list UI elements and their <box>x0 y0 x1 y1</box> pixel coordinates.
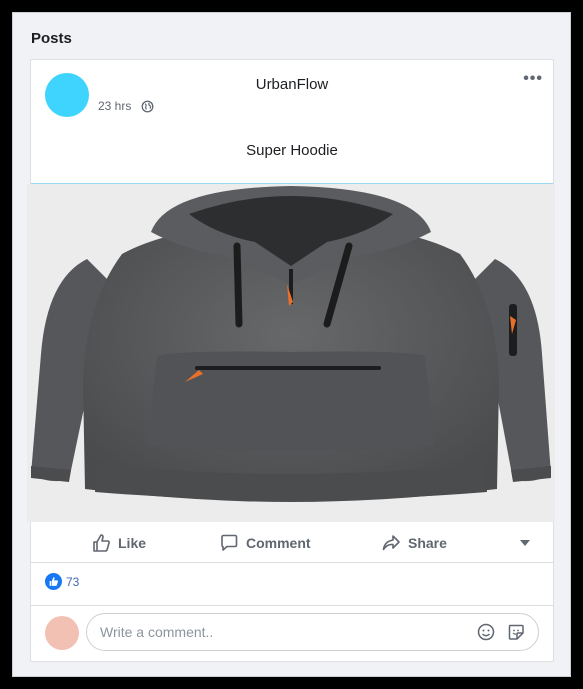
share-button[interactable]: Share <box>381 523 447 563</box>
post-header: UrbanFlow 23 hrs ••• Super Hoodie <box>31 60 553 184</box>
comment-button[interactable]: Comment <box>219 523 311 563</box>
sticker-icon[interactable] <box>506 622 526 642</box>
posts-panel: Posts UrbanFlow 23 hrs ••• Super Hoodie <box>12 12 571 677</box>
comment-box <box>86 613 539 651</box>
thumbs-up-icon <box>93 534 110 552</box>
comment-composer <box>31 605 553 663</box>
comment-label: Comment <box>246 535 311 551</box>
post-actions: Like Comment Share <box>31 523 553 563</box>
like-button[interactable]: Like <box>91 523 146 563</box>
share-icon <box>382 535 400 551</box>
post-card: UrbanFlow 23 hrs ••• Super Hoodie Like C… <box>27 59 555 663</box>
comment-icon <box>221 534 238 551</box>
post-time[interactable]: 23 hrs <box>98 99 131 113</box>
author-name[interactable]: UrbanFlow <box>31 76 553 93</box>
reaction-summary[interactable]: 73 <box>45 573 79 590</box>
post-text: Super Hoodie <box>246 142 338 159</box>
like-reaction-icon <box>45 573 62 590</box>
post-meta: 23 hrs <box>98 99 154 113</box>
hoodie-image <box>31 186 551 502</box>
chevron-down-icon[interactable] <box>519 538 531 548</box>
viewer-avatar <box>45 616 79 650</box>
globe-icon <box>141 100 154 112</box>
section-title: Posts <box>31 30 72 47</box>
post-image[interactable] <box>27 184 555 522</box>
comment-input[interactable] <box>100 614 460 650</box>
reaction-count: 73 <box>66 574 80 589</box>
like-label: Like <box>118 535 147 551</box>
more-options-icon[interactable]: ••• <box>523 70 543 88</box>
share-label: Share <box>408 535 447 551</box>
emoji-icon[interactable] <box>476 622 496 642</box>
